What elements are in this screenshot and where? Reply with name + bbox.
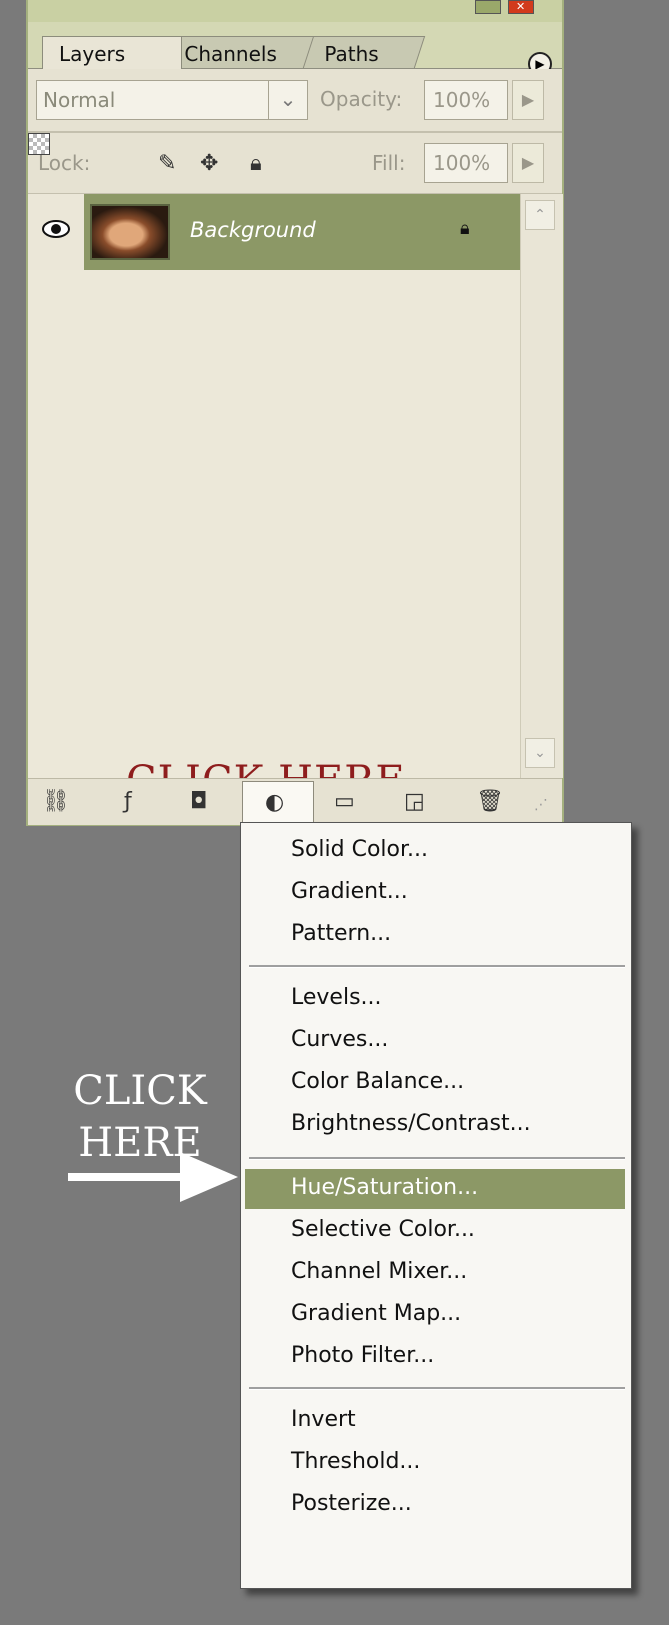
- fill-field[interactable]: 100%: [424, 143, 508, 183]
- menu-separator: [249, 1157, 625, 1160]
- white-right-arrow-icon: [68, 1152, 238, 1202]
- layer-mask-icon[interactable]: ◘: [190, 789, 207, 814]
- lock-icon: 🔒︎: [460, 218, 470, 239]
- blend-mode-value: Normal: [43, 88, 116, 112]
- link-icon[interactable]: ⛓: [42, 789, 70, 814]
- adjustment-layer-button[interactable]: ◐: [242, 781, 314, 825]
- menu-item-hue-saturation[interactable]: Hue/Saturation...: [245, 1169, 625, 1209]
- layer-scrollbar[interactable]: ⌃ ⌄: [520, 194, 563, 778]
- new-layer-icon[interactable]: ◲: [404, 789, 425, 814]
- fill-value: 100%: [433, 151, 491, 175]
- fill-label: Fill:: [372, 151, 406, 175]
- scroll-up-icon[interactable]: ⌃: [525, 200, 555, 230]
- palette-titlebar: [28, 0, 562, 22]
- visibility-toggle[interactable]: [28, 194, 85, 270]
- tab-channels-label: Channels: [184, 42, 277, 66]
- menu-item-brightness-contrast[interactable]: Brightness/Contrast...: [245, 1105, 625, 1145]
- opacity-slider-toggle[interactable]: ▶: [512, 80, 544, 120]
- palette-bottom-bar: ⛓ ƒ ◘ ◐ ▭ ◲ 🗑︎ ⋰: [28, 778, 562, 825]
- opacity-value: 100%: [433, 88, 491, 112]
- blend-mode-select[interactable]: Normal ⌄: [36, 80, 308, 120]
- menu-item-photo-filter[interactable]: Photo Filter...: [245, 1337, 625, 1377]
- menu-separator: [249, 965, 625, 968]
- menu-item-gradient[interactable]: Gradient...: [245, 873, 625, 913]
- layer-thumbnail[interactable]: [90, 204, 170, 260]
- layer-list: Background 🔒︎ CLICK HERE: [28, 194, 520, 966]
- blend-row: Normal ⌄ Opacity: 100% ▶: [28, 69, 562, 133]
- lock-label: Lock:: [38, 151, 91, 175]
- minimize-button[interactable]: [475, 0, 501, 14]
- tab-paths[interactable]: Paths: [302, 36, 426, 68]
- tab-layers[interactable]: Layers: [42, 36, 182, 69]
- menu-separator: [249, 1387, 625, 1390]
- palette-tabs: Channels Paths Layers ▶: [28, 22, 562, 76]
- scroll-down-icon[interactable]: ⌄: [525, 738, 555, 768]
- fill-slider-toggle[interactable]: ▶: [512, 143, 544, 183]
- tab-layers-label: Layers: [59, 42, 126, 66]
- resize-grip-icon[interactable]: ⋰: [534, 797, 548, 813]
- lock-row: Lock: ✎ ✥ 🔒︎ Fill: 100% ▶: [28, 133, 562, 194]
- layers-palette: Channels Paths Layers ▶ Normal ⌄ Opacity…: [26, 0, 564, 966]
- menu-item-gradient-map[interactable]: Gradient Map...: [245, 1295, 625, 1335]
- menu-item-posterize[interactable]: Posterize...: [245, 1485, 625, 1525]
- eye-icon: [42, 220, 70, 238]
- menu-item-levels[interactable]: Levels...: [245, 979, 625, 1019]
- layer-style-icon[interactable]: ƒ: [124, 789, 132, 814]
- adjustment-layer-icon: ◐: [265, 790, 285, 815]
- opacity-label: Opacity:: [320, 87, 403, 111]
- layer-name[interactable]: Background: [190, 218, 316, 242]
- trash-icon[interactable]: 🗑︎: [476, 789, 504, 814]
- menu-item-channel-mixer[interactable]: Channel Mixer...: [245, 1253, 625, 1293]
- opacity-field[interactable]: 100%: [424, 80, 508, 120]
- chevron-down-icon[interactable]: ⌄: [268, 81, 307, 119]
- lock-position-icon[interactable]: ✥: [200, 151, 218, 176]
- annotation-side-line1: CLICK: [73, 1068, 207, 1114]
- menu-item-pattern[interactable]: Pattern...: [245, 915, 625, 955]
- menu-item-selective-color[interactable]: Selective Color...: [245, 1211, 625, 1251]
- lock-all-icon[interactable]: 🔒︎: [250, 151, 262, 176]
- menu-item-threshold[interactable]: Threshold...: [245, 1443, 625, 1483]
- menu-item-invert[interactable]: Invert: [245, 1401, 625, 1441]
- adjustment-layer-menu: Solid Color... Gradient... Pattern... Le…: [240, 822, 632, 1589]
- lock-pixels-icon[interactable]: ✎: [158, 151, 176, 176]
- menu-item-solid-color[interactable]: Solid Color...: [245, 831, 625, 871]
- layer-row-background[interactable]: Background 🔒︎: [28, 194, 520, 270]
- new-group-icon[interactable]: ▭: [334, 789, 355, 814]
- menu-item-curves[interactable]: Curves...: [245, 1021, 625, 1061]
- menu-item-color-balance[interactable]: Color Balance...: [245, 1063, 625, 1103]
- close-button[interactable]: [508, 0, 534, 14]
- tab-channels[interactable]: Channels: [162, 36, 322, 68]
- tab-paths-label: Paths: [324, 42, 379, 66]
